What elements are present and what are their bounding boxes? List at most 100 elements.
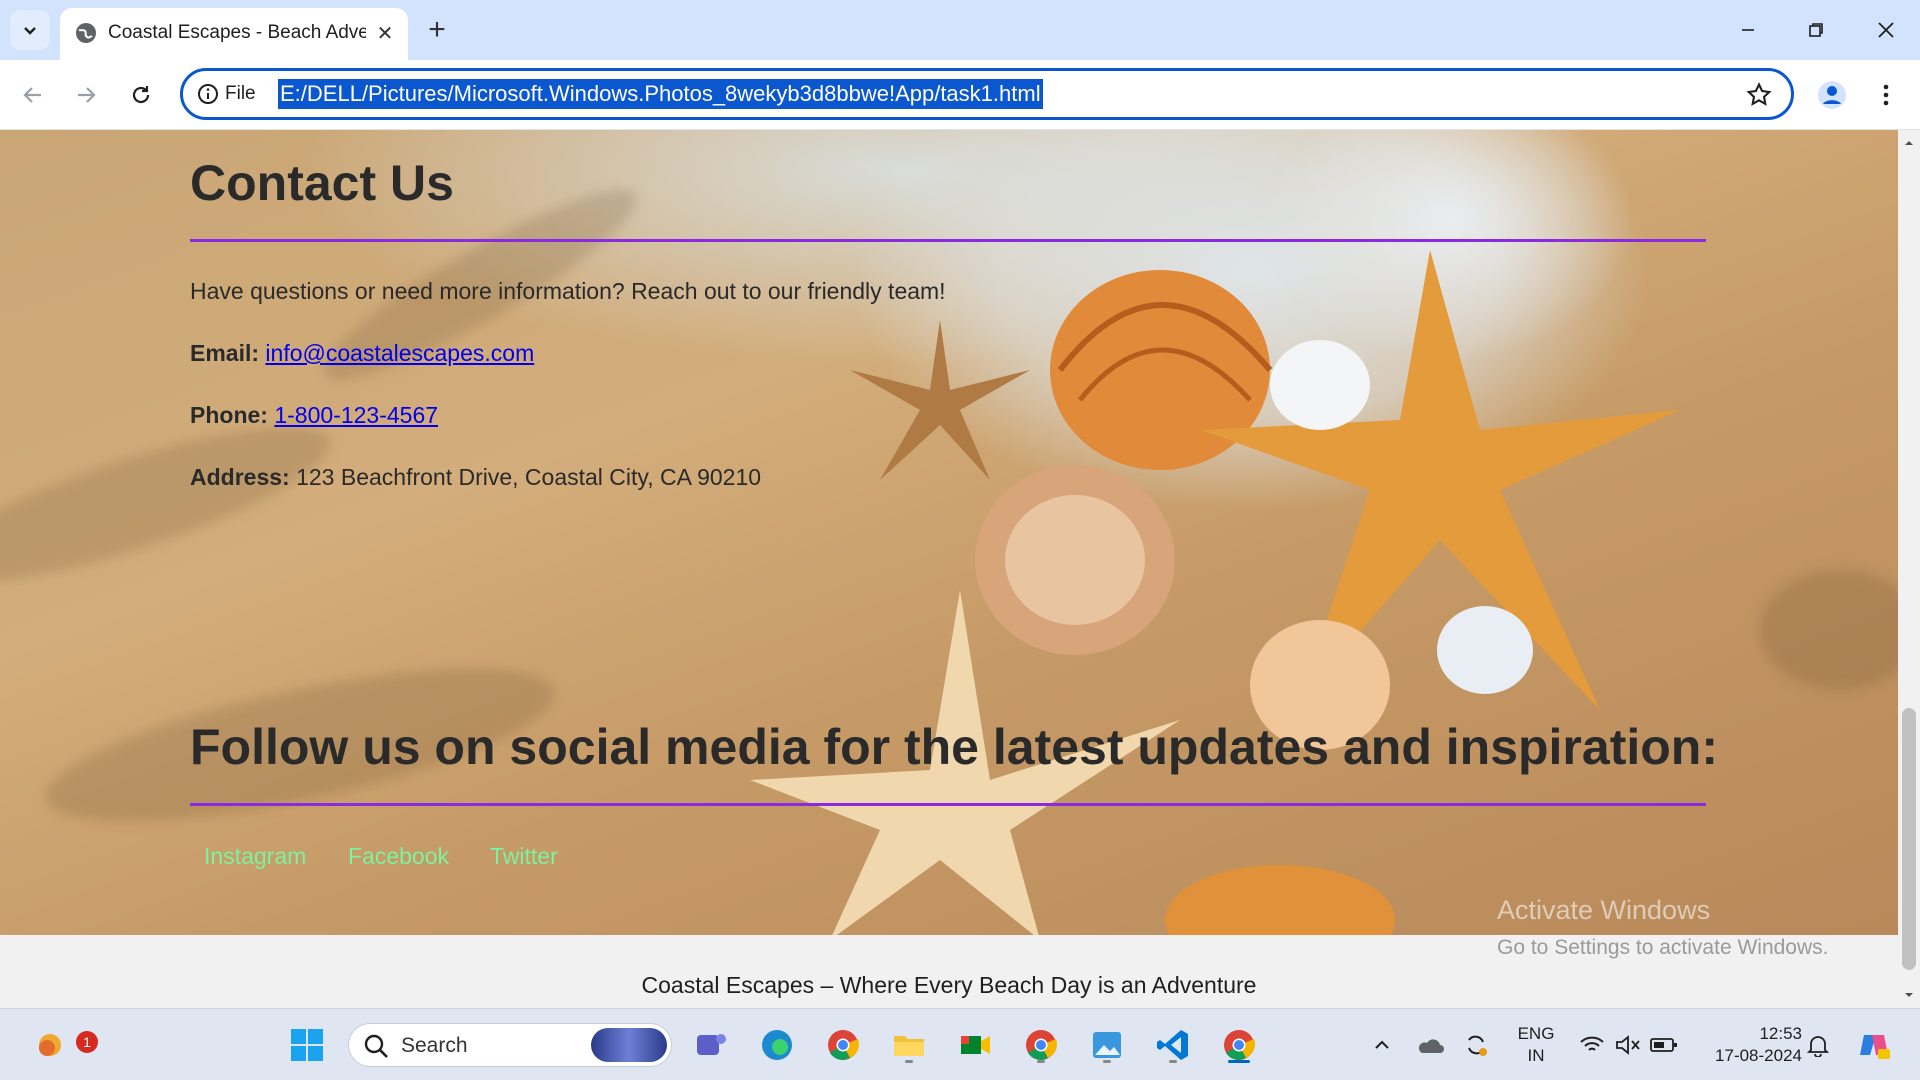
notification-badge: 1 [76, 1031, 98, 1053]
email-link[interactable]: info@coastalescapes.com [265, 340, 534, 366]
scroll-thumb[interactable] [1902, 708, 1916, 970]
search-highlight-image [591, 1028, 667, 1062]
small-starfish-image [850, 320, 1030, 480]
contact-intro: Have questions or need more information?… [190, 278, 946, 304]
twitter-link[interactable]: Twitter [490, 843, 558, 870]
taskbar-app-teams[interactable] [689, 1023, 733, 1067]
footer-text: Coastal Escapes – Where Every Beach Day … [641, 972, 1257, 998]
photos-icon [1093, 1032, 1121, 1058]
sync-icon [1468, 1035, 1487, 1056]
battery-tray-button[interactable] [1644, 1023, 1684, 1067]
globe-icon [76, 23, 96, 43]
tab-search-button[interactable] [10, 10, 50, 50]
taskbar-app-chrome-2[interactable] [1019, 1023, 1063, 1067]
reload-icon [132, 86, 150, 104]
restore-button[interactable] [1792, 10, 1840, 50]
page-viewport[interactable]: Contact Us Have questions or need more i… [0, 130, 1898, 1008]
windows-taskbar: 1 Search ENG IN 12:53 17-08-2024 [0, 1008, 1920, 1080]
windows-logo-icon [291, 1029, 323, 1061]
beach-background: Contact Us Have questions or need more i… [0, 130, 1898, 935]
scroll-down-icon[interactable] [1902, 988, 1916, 1002]
taskbar-app-file-explorer[interactable] [887, 1023, 931, 1067]
taskbar-app-vscode[interactable] [1151, 1023, 1195, 1067]
wifi-tray-button[interactable] [1572, 1023, 1612, 1067]
sand-ripple [0, 397, 344, 613]
close-icon [1878, 22, 1894, 38]
follow-heading: Follow us on social media for the latest… [190, 719, 1718, 775]
heading-divider [190, 239, 1706, 242]
wifi-icon [1580, 1036, 1604, 1051]
info-icon[interactable] [197, 83, 219, 105]
taskbar-app-photos[interactable] [1085, 1023, 1129, 1067]
clock-date: 17-08-2024 [1715, 1046, 1802, 1065]
chrome-icon [828, 1030, 859, 1060]
activate-windows-title: Activate Windows [1497, 895, 1711, 925]
new-tab-button[interactable]: + [420, 13, 454, 47]
show-hidden-icons-button[interactable] [1362, 1023, 1402, 1067]
clock[interactable]: 12:53 17-08-2024 [1692, 1023, 1802, 1067]
browser-menu-button[interactable] [1866, 75, 1906, 115]
running-indicator [1103, 1060, 1111, 1063]
volume-muted-icon [1616, 1035, 1640, 1055]
forward-button[interactable] [66, 75, 106, 115]
battery-icon [1650, 1038, 1677, 1052]
teams-icon [697, 1034, 726, 1055]
taskbar-search[interactable]: Search [348, 1023, 672, 1067]
tab-title: Coastal Escapes - Beach Advent [108, 22, 366, 43]
running-indicator [1037, 1060, 1045, 1063]
taskbar-app-chrome-active[interactable] [1217, 1023, 1261, 1067]
page-scrollbar[interactable] [1898, 130, 1920, 1008]
notifications-button[interactable] [1798, 1023, 1838, 1067]
address-bar[interactable]: File E:/DELL/Pictures/Microsoft.Windows.… [180, 68, 1794, 120]
tab-close-icon[interactable]: ✕ [372, 20, 398, 46]
active-indicator [1228, 1060, 1250, 1063]
volume-tray-button[interactable] [1608, 1023, 1648, 1067]
running-indicator [1169, 1060, 1177, 1063]
instagram-link[interactable]: Instagram [204, 843, 306, 870]
orange-shell-image [1165, 865, 1395, 935]
sync-tray-button[interactable] [1456, 1023, 1496, 1067]
taskbar-app-chrome[interactable] [821, 1023, 865, 1067]
heading-divider [190, 803, 1706, 806]
language-indicator[interactable]: ENG IN [1508, 1023, 1564, 1067]
phone-label: Phone: [190, 402, 268, 428]
scroll-up-icon[interactable] [1902, 136, 1916, 150]
weather-widget[interactable]: 1 [28, 1023, 98, 1067]
copilot-button[interactable] [1852, 1023, 1896, 1067]
email-label: Email: [190, 340, 260, 366]
search-label: Search [401, 1034, 468, 1057]
profile-button[interactable] [1812, 75, 1852, 115]
phone-row: Phone: 1-800-123-4567 [190, 402, 438, 429]
bell-icon [1807, 1036, 1829, 1057]
avatar-icon [1818, 81, 1846, 109]
restore-icon [1809, 23, 1823, 37]
facebook-link[interactable]: Facebook [348, 843, 449, 870]
scheme-chip[interactable]: File [225, 82, 256, 106]
chrome-active-icon [1224, 1030, 1255, 1060]
language-code: ENG [1517, 1024, 1555, 1043]
phone-link[interactable]: 1-800-123-4567 [274, 402, 438, 428]
address-label: Address: [190, 464, 290, 490]
star-icon[interactable] [1745, 81, 1773, 109]
onedrive-tray-button[interactable] [1410, 1023, 1450, 1067]
copilot-icon [1860, 1035, 1890, 1059]
reload-button[interactable] [121, 75, 161, 115]
back-button[interactable] [13, 75, 53, 115]
url-text[interactable]: E:/DELL/Pictures/Microsoft.Windows.Photo… [278, 79, 1043, 109]
close-window-button[interactable] [1862, 10, 1910, 50]
region-code: IN [1527, 1046, 1545, 1065]
vscode-icon [1157, 1030, 1188, 1060]
arrow-left-icon [23, 87, 41, 103]
taskbar-app-meet[interactable] [953, 1023, 997, 1067]
start-button[interactable] [285, 1023, 329, 1067]
white-shell-image [1270, 340, 1370, 430]
minimize-button[interactable] [1724, 10, 1772, 50]
taskbar-app-edge[interactable] [755, 1023, 799, 1067]
onedrive-icon [1418, 1039, 1444, 1053]
active-tab[interactable]: Coastal Escapes - Beach Advent ✕ [60, 8, 408, 60]
more-vertical-icon [1883, 84, 1889, 106]
contact-heading: Contact Us [190, 155, 454, 211]
search-icon [364, 1034, 388, 1058]
tab-strip: Coastal Escapes - Beach Advent ✕ + [0, 0, 1920, 60]
file-explorer-icon [894, 1036, 924, 1056]
